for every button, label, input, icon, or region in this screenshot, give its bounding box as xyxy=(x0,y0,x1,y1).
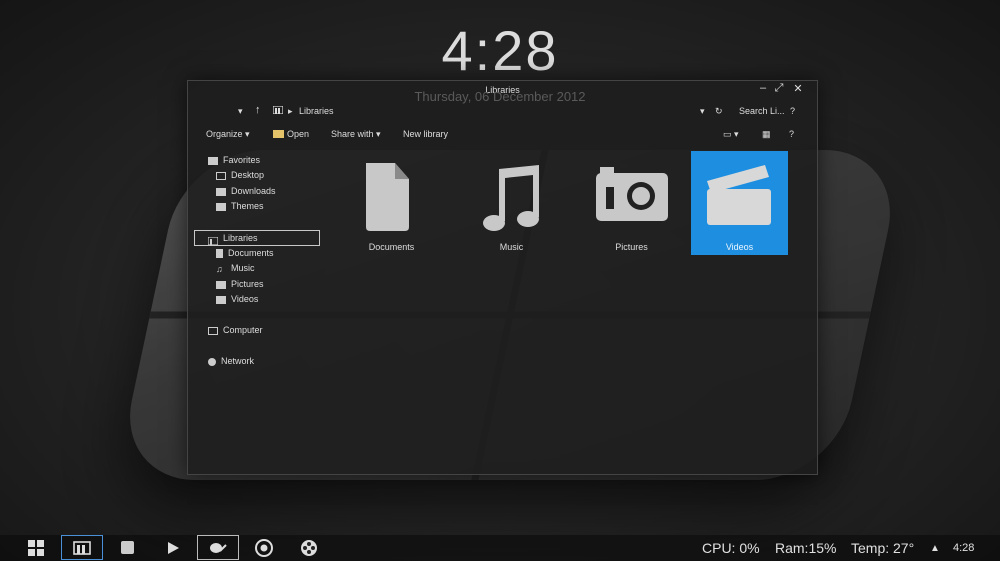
view-options-icon[interactable]: ▭ ▾ xyxy=(723,129,739,140)
open-button[interactable]: Open xyxy=(273,129,309,139)
tray-expand-icon[interactable]: ▲ xyxy=(930,543,940,554)
address-dropdown-icon[interactable]: ▾ xyxy=(700,106,705,117)
windows-logo-icon xyxy=(28,539,44,556)
library-icon xyxy=(73,540,91,555)
breadcrumb-libraries[interactable]: Libraries xyxy=(299,106,334,116)
app-icon xyxy=(120,541,134,554)
organize-label: Organize xyxy=(206,129,243,139)
document-icon xyxy=(366,163,409,231)
share-with-button[interactable]: Share with ▾ xyxy=(331,129,381,140)
tile-videos[interactable]: Videos xyxy=(691,151,788,255)
command-bar: Organize ▾ Open Share with ▾ New library… xyxy=(188,126,817,144)
start-button[interactable] xyxy=(15,535,57,560)
explorer-window: Libraries – ⤢ ✕ ▾ ↑ ▸ Libraries ▾ ↻ Sear… xyxy=(187,80,818,475)
nav-themes[interactable]: Themes xyxy=(216,199,264,213)
nav-network[interactable]: Network xyxy=(208,354,254,368)
play-icon xyxy=(168,541,179,554)
nav-computer[interactable]: Computer xyxy=(208,323,263,337)
folder-icon xyxy=(208,156,218,165)
taskbar-media-player-button[interactable] xyxy=(152,535,194,560)
tile-videos-label: Videos xyxy=(725,242,754,252)
nav-videos-label: Videos xyxy=(231,294,259,304)
taskbar-explorer-button[interactable] xyxy=(61,535,103,560)
nav-favorites[interactable]: Favorites xyxy=(208,153,260,167)
open-label: Open xyxy=(287,129,310,139)
tile-pictures[interactable]: Pictures xyxy=(583,151,680,255)
folder-open-icon xyxy=(273,130,284,138)
ram-usage: Ram:15% xyxy=(775,540,837,556)
nav-favorites-label: Favorites xyxy=(223,155,261,165)
nav-downloads[interactable]: Downloads xyxy=(216,184,276,198)
music-note-icon: ♫ xyxy=(216,263,223,274)
new-library-button[interactable]: New library xyxy=(403,129,448,139)
search-input[interactable]: Search Li... xyxy=(739,106,785,116)
tile-music[interactable]: Music xyxy=(463,151,560,255)
taskbar-film-button[interactable] xyxy=(288,535,330,560)
nav-downloads-label: Downloads xyxy=(231,186,276,196)
nav-network-label: Network xyxy=(221,356,255,366)
library-icon xyxy=(207,235,219,246)
nav-libraries-label: Libraries xyxy=(223,233,258,243)
camera-icon xyxy=(596,167,668,221)
tile-music-label: Music xyxy=(499,242,524,252)
paint-brush-icon xyxy=(210,542,227,553)
taskbar-chrome-button[interactable] xyxy=(243,535,285,560)
nav-themes-label: Themes xyxy=(231,201,264,211)
refresh-icon[interactable]: ↻ xyxy=(715,106,723,117)
nav-music-label: Music xyxy=(231,263,255,273)
cpu-usage: CPU: 0% xyxy=(702,540,760,556)
library-icon xyxy=(272,105,284,116)
camera-icon xyxy=(216,280,226,289)
preview-pane-icon[interactable]: ▦ xyxy=(762,129,771,140)
computer-icon xyxy=(208,326,218,335)
up-arrow-icon[interactable]: ↑ xyxy=(255,104,261,116)
tray-clock[interactable]: 4:28 xyxy=(953,542,974,554)
help-circle-icon[interactable]: ? xyxy=(789,129,794,139)
nav-pictures[interactable]: Pictures xyxy=(216,277,264,291)
nav-videos[interactable]: Videos xyxy=(216,292,258,306)
music-note-icon xyxy=(483,165,539,231)
share-with-label: Share with xyxy=(331,129,374,139)
taskbar-app-button[interactable] xyxy=(106,535,148,560)
tile-documents-label: Documents xyxy=(368,242,415,252)
address-bar: ▾ ↑ ▸ Libraries ▾ ↻ Search Li... ? xyxy=(188,103,817,121)
nav-documents[interactable]: Documents xyxy=(216,246,274,260)
nav-desktop[interactable]: Desktop xyxy=(216,168,264,182)
desktop-clock: 4:28 xyxy=(441,19,559,82)
network-icon xyxy=(208,357,216,366)
tile-documents[interactable]: Documents xyxy=(343,151,440,255)
folder-icon xyxy=(216,187,226,196)
clapperboard-icon xyxy=(707,165,771,225)
clapperboard-icon xyxy=(216,295,226,304)
nav-computer-label: Computer xyxy=(223,325,263,335)
temperature: Temp: 27° xyxy=(851,540,915,556)
film-reel-icon xyxy=(301,539,317,556)
desktop-date: Thursday, 06 December 2012 xyxy=(414,89,586,104)
nav-music[interactable]: ♫ Music xyxy=(216,261,255,275)
organize-button[interactable]: Organize ▾ xyxy=(206,129,250,140)
monitor-icon xyxy=(216,171,226,180)
breadcrumb-separator-icon: ▸ xyxy=(288,106,293,116)
taskbar: CPU: 0% Ram:15% Temp: 27° ▲ 4:28 xyxy=(0,535,1000,561)
help-icon[interactable]: ? xyxy=(790,106,795,116)
tile-pictures-label: Pictures xyxy=(615,242,648,252)
chrome-icon xyxy=(255,538,273,557)
nav-pictures-label: Pictures xyxy=(231,279,264,289)
recent-locations-icon[interactable]: ▾ xyxy=(238,106,243,117)
nav-libraries[interactable]: Libraries xyxy=(194,230,320,246)
document-icon xyxy=(216,249,223,259)
nav-desktop-label: Desktop xyxy=(231,170,265,180)
nav-documents-label: Documents xyxy=(228,248,274,258)
taskbar-paint-button[interactable] xyxy=(197,535,239,560)
folder-icon xyxy=(216,202,226,211)
